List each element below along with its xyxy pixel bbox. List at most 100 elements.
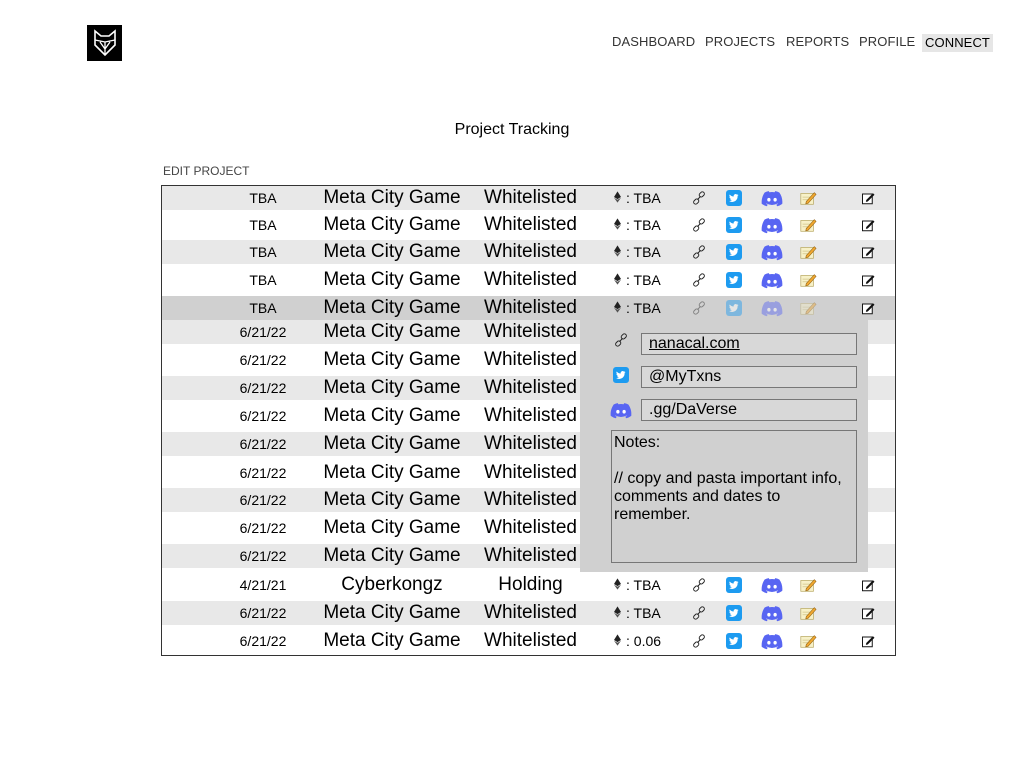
project-name-cell: Meta City Game <box>323 630 461 651</box>
project-name-cell: Meta City Game <box>323 377 461 398</box>
table-row[interactable]: TBA Meta City Game Whitelisted: TBA <box>162 186 895 210</box>
discord-icon[interactable] <box>760 242 784 262</box>
project-name-cell: Meta City Game <box>323 462 461 483</box>
link-icon[interactable] <box>689 215 709 235</box>
status-cell: Whitelisted <box>484 187 577 208</box>
link-icon[interactable] <box>689 188 709 208</box>
website-field[interactable]: nanacal.com <box>641 333 857 355</box>
edit-icon[interactable] <box>858 215 878 235</box>
edit-project-label[interactable]: EDIT PROJECT <box>163 164 249 178</box>
date-cell: TBA <box>249 217 277 233</box>
price-cell: : TBA <box>614 186 672 210</box>
twitter-field[interactable]: @MyTxns <box>641 366 857 388</box>
price-value: : TBA <box>626 577 661 593</box>
twitter-icon[interactable] <box>724 242 744 262</box>
status-cell: Whitelisted <box>484 405 577 426</box>
edit-icon[interactable] <box>858 298 878 318</box>
edit-icon[interactable] <box>858 575 878 595</box>
table-row[interactable]: TBA Meta City Game Whitelisted: TBA <box>162 240 895 264</box>
twitter-icon[interactable] <box>724 603 744 623</box>
edit-icon[interactable] <box>858 188 878 208</box>
notepad-icon[interactable] <box>798 188 818 208</box>
discord-icon[interactable] <box>760 270 784 290</box>
price-cell: : TBA <box>614 268 672 292</box>
table-row[interactable]: 6/21/22 Meta City Game Whitelisted : 0.06 <box>162 629 895 653</box>
price-value: : 0.06 <box>626 633 662 649</box>
link-icon[interactable] <box>689 603 709 623</box>
price-value: : TBA <box>626 190 661 206</box>
discord-icon[interactable] <box>760 575 784 595</box>
link-icon <box>610 330 632 350</box>
table-row[interactable]: 6/21/22 Meta City Game Whitelisted : TBA <box>162 601 895 625</box>
projects-table: TBA Meta City Game Whitelisted: TBA TBA Meta… <box>161 185 896 656</box>
date-cell: 6/21/22 <box>239 605 287 621</box>
price-cell: : TBA <box>614 573 672 597</box>
ethereum-icon <box>614 272 621 288</box>
project-name-cell: Meta City Game <box>323 321 461 342</box>
page-title: Project Tracking <box>454 121 570 138</box>
table-row[interactable]: TBA Meta City Game Whitelisted: TBA <box>162 268 895 292</box>
link-icon[interactable] <box>689 298 709 318</box>
status-cell: Whitelisted <box>484 545 577 566</box>
project-name-cell: Meta City Game <box>323 489 461 510</box>
link-icon[interactable] <box>689 575 709 595</box>
edit-icon[interactable] <box>858 631 878 651</box>
connect-button[interactable]: CONNECT <box>922 34 993 52</box>
notepad-icon[interactable] <box>798 575 818 595</box>
notes-title: Notes: <box>614 434 661 451</box>
discord-icon[interactable] <box>760 603 784 623</box>
status-cell: Whitelisted <box>484 241 577 262</box>
twitter-icon[interactable] <box>724 631 744 651</box>
nav-profile[interactable]: PROFILE <box>859 34 915 50</box>
twitter-icon[interactable] <box>724 575 744 595</box>
price-value: : TBA <box>626 605 661 621</box>
nav-dashboard[interactable]: DASHBOARD <box>612 34 695 50</box>
table-row[interactable]: 4/21/21 Cyberkongz Holding: TBA <box>162 573 895 597</box>
edit-icon[interactable] <box>858 242 878 262</box>
price-cell: : 0.06 <box>614 629 672 653</box>
table-row[interactable]: TBA Meta City Game Whitelisted: TBA <box>162 296 895 320</box>
link-icon[interactable] <box>689 631 709 651</box>
discord-icon[interactable] <box>760 298 784 318</box>
price-value: : TBA <box>626 300 661 316</box>
notepad-icon[interactable] <box>798 270 818 290</box>
date-cell: 6/21/22 <box>239 548 287 564</box>
nav-reports[interactable]: REPORTS <box>786 34 849 50</box>
price-cell: : TBA <box>614 601 672 625</box>
notepad-icon[interactable] <box>798 603 818 623</box>
link-icon[interactable] <box>689 270 709 290</box>
project-name-cell: Meta City Game <box>323 269 461 290</box>
price-cell: : TBA <box>614 213 672 237</box>
price-cell: : TBA <box>614 296 672 320</box>
status-cell: Whitelisted <box>484 602 577 623</box>
nav-projects[interactable]: PROJECTS <box>705 34 775 50</box>
discord-icon[interactable] <box>760 631 784 651</box>
notepad-icon[interactable] <box>798 215 818 235</box>
project-name-cell: Meta City Game <box>323 517 461 538</box>
status-cell: Whitelisted <box>484 462 577 483</box>
discord-icon[interactable] <box>760 215 784 235</box>
notepad-icon[interactable] <box>798 298 818 318</box>
table-row[interactable]: TBA Meta City Game Whitelisted: TBA <box>162 213 895 237</box>
edit-icon[interactable] <box>858 270 878 290</box>
date-cell: 6/21/22 <box>239 492 287 508</box>
twitter-icon[interactable] <box>724 188 744 208</box>
edit-icon[interactable] <box>858 603 878 623</box>
twitter-icon[interactable] <box>724 215 744 235</box>
notepad-icon[interactable] <box>798 242 818 262</box>
twitter-icon[interactable] <box>724 298 744 318</box>
project-name-cell: Meta City Game <box>323 602 461 623</box>
status-cell: Whitelisted <box>484 321 577 342</box>
link-icon[interactable] <box>689 242 709 262</box>
status-cell: Whitelisted <box>484 489 577 510</box>
date-cell: 6/21/22 <box>239 633 287 649</box>
notepad-icon[interactable] <box>798 631 818 651</box>
discord-field[interactable]: .gg/DaVerse <box>641 399 857 421</box>
discord-icon[interactable] <box>760 188 784 208</box>
status-cell: Whitelisted <box>484 630 577 651</box>
notes-textarea[interactable]: Notes: // copy and pasta important info, … <box>611 430 857 563</box>
date-cell: 6/21/22 <box>239 520 287 536</box>
twitter-icon[interactable] <box>724 270 744 290</box>
date-cell: TBA <box>249 244 277 260</box>
project-name-cell: Meta City Game <box>323 545 461 566</box>
